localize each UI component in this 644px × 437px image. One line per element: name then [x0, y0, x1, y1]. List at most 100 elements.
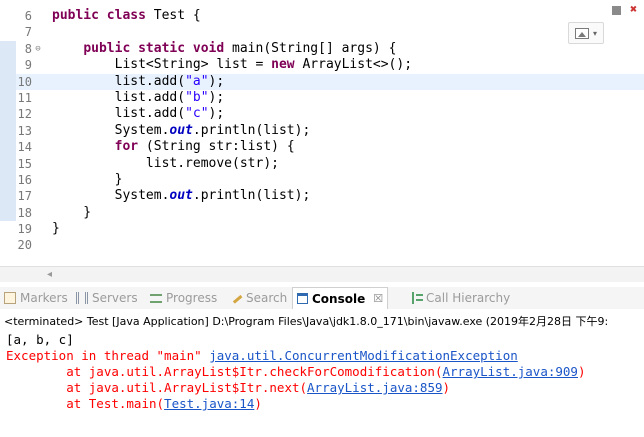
code-token: System.: [52, 122, 170, 138]
code-token: .println(list);: [192, 188, 311, 204]
change-ruler-marker: [0, 237, 16, 253]
tab-servers[interactable]: Servers: [76, 287, 138, 309]
code-editor[interactable]: 6 public class Test {7 8 ⊖ public static vo…: [0, 0, 644, 283]
code-token: list.add(: [52, 73, 186, 89]
console-text: at Test.main(: [6, 396, 165, 411]
code-text: }: [52, 205, 91, 221]
tab-label: Call Hierarchy: [426, 291, 511, 305]
code-token: );: [208, 89, 225, 105]
code-text: list.add("c");: [52, 106, 225, 122]
console-error-line: Exception in thread "main" java.util.Con…: [6, 348, 644, 364]
change-ruler-marker: [0, 122, 16, 140]
line-number: 16: [17, 172, 32, 187]
code-token: (String str:list) {: [138, 139, 295, 155]
code-line[interactable]: 7: [0, 24, 644, 40]
code-line[interactable]: 10 list.add("a");: [0, 73, 644, 90]
markers-icon: [4, 292, 16, 304]
line-number: 13: [17, 123, 32, 138]
line-number: 15: [17, 156, 32, 171]
tab-markers[interactable]: Markers: [4, 287, 68, 309]
line-number: 14: [17, 140, 32, 155]
tab-label: Console: [312, 291, 366, 306]
string-token: "a": [185, 73, 209, 89]
stacktrace-link[interactable]: ArrayList.java:859: [307, 380, 442, 395]
stacktrace-link[interactable]: Test.java:14: [164, 396, 254, 411]
console-error-line: at java.util.ArrayList$Itr.checkForComod…: [6, 364, 644, 380]
code-text: list.add("b");: [52, 89, 225, 106]
code-text: System.out.println(list);: [52, 122, 311, 139]
tab-label: Markers: [20, 291, 68, 305]
code-text: list.remove(str);: [52, 156, 279, 172]
console-output[interactable]: [a, b, c] Exception in thread "main" java…: [6, 332, 644, 412]
code-line[interactable]: 14 for (String str:list) {: [0, 139, 644, 156]
change-ruler-marker: [0, 8, 16, 24]
tab-label: Servers: [92, 291, 138, 305]
close-icon[interactable]: ☒: [373, 288, 383, 310]
code-line[interactable]: 13 System.out.println(list);: [0, 122, 644, 140]
code-line[interactable]: 11 list.add("b");: [0, 89, 644, 107]
static-field-token: out: [169, 122, 193, 138]
console-text: at java.util.ArrayList$Itr.next(: [6, 380, 308, 395]
change-ruler-marker: [0, 171, 16, 189]
code-line[interactable]: 18 }: [0, 204, 644, 222]
code-line[interactable]: 8 ⊖ public static void main(String[] args…: [0, 40, 644, 58]
scroll-left-arrow-icon[interactable]: ◂: [47, 267, 52, 283]
views-tab-bar: Markers Servers Progress Search Console ☒ Call…: [0, 287, 644, 309]
code-token: }: [52, 171, 123, 187]
code-token: );: [208, 106, 225, 122]
horizontal-scrollbar[interactable]: ◂: [0, 266, 644, 282]
code-text: list.add("a");: [52, 73, 225, 90]
line-number: 7: [24, 25, 32, 40]
code-line[interactable]: 15 list.remove(str);: [0, 155, 644, 172]
code-line[interactable]: 12 list.add("c");: [0, 106, 644, 123]
code-line[interactable]: 16 }: [0, 171, 644, 189]
console-error-line: at java.util.ArrayList$Itr.next(ArrayLis…: [6, 380, 644, 396]
tab-progress[interactable]: Progress: [150, 287, 217, 309]
tab-callh[interactable]: Call Hierarchy: [412, 287, 510, 309]
code-token: List<String> list =: [52, 57, 272, 73]
change-ruler-marker: [0, 24, 16, 40]
code-token: main(String[] args) {: [224, 40, 397, 56]
code-line[interactable]: 17 System.out.println(list);: [0, 188, 644, 205]
line-number: 9: [24, 58, 32, 73]
code-lines[interactable]: 6 public class Test {7 8 ⊖ public static vo…: [0, 8, 644, 254]
stacktrace-link[interactable]: ArrayList.java:909: [443, 364, 578, 379]
servers-icon: [76, 292, 88, 304]
keyword-token: new: [271, 57, 295, 73]
remove-launches-icon[interactable]: ✖: [630, 2, 640, 16]
change-ruler-marker: [0, 57, 16, 74]
image-icon: [574, 27, 589, 39]
code-line[interactable]: 20: [0, 237, 644, 253]
tab-search[interactable]: Search: [231, 287, 287, 309]
editor-toolbar-button[interactable]: ▾: [568, 22, 604, 44]
code-line[interactable]: 6 public class Test {: [0, 8, 644, 24]
line-number: 17: [17, 189, 32, 204]
string-token: "b": [185, 89, 209, 105]
console-status-header: <terminated> Test [Java Application] D:\…: [4, 315, 609, 328]
fold-toggle-icon[interactable]: ⊖: [32, 41, 44, 57]
change-ruler-marker: [0, 89, 16, 107]
terminate-icon[interactable]: [612, 6, 621, 15]
chevron-down-icon: ▾: [592, 28, 597, 38]
code-token: Test {: [145, 8, 201, 23]
line-number: 11: [17, 90, 32, 105]
line-number: 12: [17, 107, 32, 122]
console-error-line: at Test.main(Test.java:14): [6, 396, 644, 412]
code-line[interactable]: 19}: [0, 221, 644, 237]
code-token: }: [52, 204, 92, 220]
code-line[interactable]: 9 List<String> list = new ArrayList<>();: [0, 57, 644, 74]
line-number: 19: [17, 222, 32, 237]
tab-console[interactable]: Console ☒: [292, 287, 389, 310]
console-output-line: [a, b, c]: [6, 332, 644, 348]
progress-icon: [150, 293, 162, 303]
code-token: }: [52, 221, 60, 237]
line-number: 10: [17, 74, 32, 89]
tab-label: Progress: [166, 291, 218, 305]
code-text: System.out.println(list);: [52, 188, 311, 204]
console-text: at java.util.ArrayList$Itr.checkForComod…: [6, 364, 443, 379]
keyword-token: public static void: [83, 40, 225, 56]
stacktrace-link[interactable]: java.util.ConcurrentModificationExceptio…: [209, 348, 518, 363]
code-token: System.: [52, 188, 170, 204]
code-token: .println(list);: [192, 122, 311, 138]
